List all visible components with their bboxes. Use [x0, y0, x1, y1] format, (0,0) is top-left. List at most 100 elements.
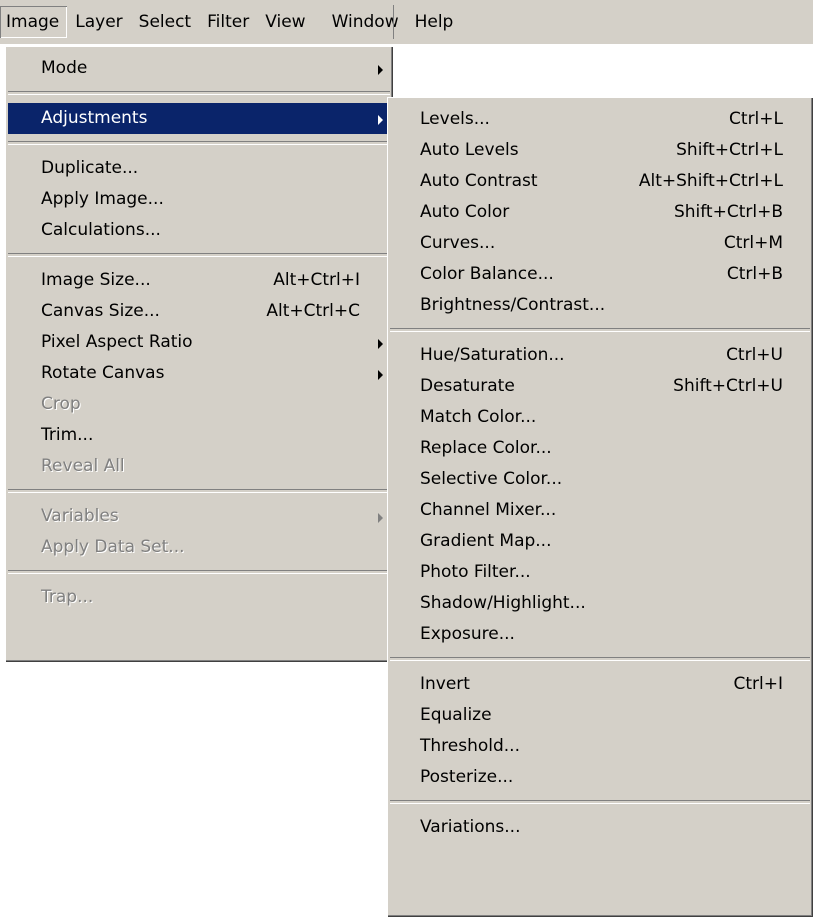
- image-menu: Mode Adjustments Duplicate... Apply Imag…: [5, 46, 393, 662]
- menu-item-label: Duplicate...: [41, 158, 139, 178]
- menu-item-label: Auto Color: [420, 202, 510, 222]
- menubar-help[interactable]: Help: [407, 6, 462, 38]
- menu-item-label: Levels...: [420, 109, 490, 129]
- menu-item-label: Invert: [420, 674, 470, 694]
- menu-separator: [8, 570, 390, 574]
- menu-separator: [8, 141, 390, 145]
- menu-item-shortcut: Ctrl+B: [726, 264, 783, 284]
- menu-item-label: Channel Mixer...: [420, 500, 557, 520]
- menu-item-image-size[interactable]: Image Size... Alt+Ctrl+I: [8, 265, 390, 296]
- submenu-arrow-icon: [378, 115, 383, 125]
- menu-item-auto-color[interactable]: Auto Color Shift+Ctrl+B: [390, 197, 810, 228]
- menu-item-color-balance[interactable]: Color Balance... Ctrl+B: [390, 259, 810, 290]
- menu-item-label: Apply Image...: [41, 189, 164, 209]
- menu-item-desaturate[interactable]: Desaturate Shift+Ctrl+U: [390, 371, 810, 402]
- menu-item-label: Variables: [41, 506, 119, 526]
- menu-item-photo-filter[interactable]: Photo Filter...: [390, 557, 810, 588]
- menu-item-shortcut: Ctrl+I: [733, 674, 783, 694]
- menu-item-label: Curves...: [420, 233, 496, 253]
- menu-separator: [390, 800, 810, 804]
- menu-item-label: Desaturate: [420, 376, 515, 396]
- menu-item-rotate-canvas[interactable]: Rotate Canvas: [8, 358, 390, 389]
- menu-item-duplicate[interactable]: Duplicate...: [8, 153, 390, 184]
- menu-item-exposure[interactable]: Exposure...: [390, 619, 810, 650]
- menu-item-selective-color[interactable]: Selective Color...: [390, 464, 810, 495]
- menu-item-levels[interactable]: Levels... Ctrl+L: [390, 104, 810, 135]
- menu-item-label: Variations...: [420, 817, 521, 837]
- menu-item-shadow-highlight[interactable]: Shadow/Highlight...: [390, 588, 810, 619]
- menu-item-shortcut: Alt+Shift+Ctrl+L: [638, 171, 783, 191]
- menu-item-variations[interactable]: Variations...: [390, 812, 810, 843]
- menu-item-label: Image Size...: [41, 270, 151, 290]
- menu-item-shortcut: Shift+Ctrl+B: [673, 202, 783, 222]
- menubar-divider: [393, 5, 394, 39]
- menu-item-label: Exposure...: [420, 624, 515, 644]
- menu-item-invert[interactable]: Invert Ctrl+I: [390, 669, 810, 700]
- menu-item-variables[interactable]: Variables: [8, 501, 390, 532]
- menu-item-reveal-all[interactable]: Reveal All: [8, 451, 390, 482]
- menu-item-replace-color[interactable]: Replace Color...: [390, 433, 810, 464]
- menu-item-shortcut: Ctrl+M: [723, 233, 783, 253]
- menu-item-channel-mixer[interactable]: Channel Mixer...: [390, 495, 810, 526]
- menu-item-label: Canvas Size...: [41, 301, 160, 321]
- submenu-arrow-icon: [378, 513, 383, 523]
- menu-item-hue-saturation[interactable]: Hue/Saturation... Ctrl+U: [390, 340, 810, 371]
- menu-item-label: Rotate Canvas: [41, 363, 165, 383]
- menu-item-shortcut: Shift+Ctrl+U: [673, 376, 783, 396]
- menu-item-label: Mode: [41, 58, 88, 78]
- menu-item-label: Brightness/Contrast...: [420, 295, 606, 315]
- menu-bar: Image Layer Select Filter View Window He…: [0, 0, 813, 44]
- menubar-window[interactable]: Window: [324, 6, 407, 38]
- submenu-arrow-icon: [378, 339, 383, 349]
- menu-item-label: Threshold...: [420, 736, 520, 756]
- menu-item-label: Selective Color...: [420, 469, 563, 489]
- menu-item-shortcut: Shift+Ctrl+L: [676, 140, 783, 160]
- menubar-filter[interactable]: Filter: [199, 6, 257, 38]
- menu-item-threshold[interactable]: Threshold...: [390, 731, 810, 762]
- menu-item-label: Gradient Map...: [420, 531, 552, 551]
- menubar-image[interactable]: Image: [0, 6, 67, 38]
- menu-item-label: Reveal All: [41, 456, 125, 476]
- menu-item-apply-image[interactable]: Apply Image...: [8, 184, 390, 215]
- menu-item-label: Pixel Aspect Ratio: [41, 332, 193, 352]
- menu-item-calculations[interactable]: Calculations...: [8, 215, 390, 246]
- menu-item-trim[interactable]: Trim...: [8, 420, 390, 451]
- menu-item-trap[interactable]: Trap...: [8, 582, 390, 613]
- menu-item-gradient-map[interactable]: Gradient Map...: [390, 526, 810, 557]
- menu-separator: [8, 489, 390, 493]
- menu-item-crop[interactable]: Crop: [8, 389, 390, 420]
- menu-item-curves[interactable]: Curves... Ctrl+M: [390, 228, 810, 259]
- menu-item-label: Apply Data Set...: [41, 537, 185, 557]
- menu-item-label: Calculations...: [41, 220, 161, 240]
- menu-item-label: Photo Filter...: [420, 562, 531, 582]
- menu-item-auto-contrast[interactable]: Auto Contrast Alt+Shift+Ctrl+L: [390, 166, 810, 197]
- menubar-layer[interactable]: Layer: [67, 6, 130, 38]
- menu-item-brightness-contrast[interactable]: Brightness/Contrast...: [390, 290, 810, 321]
- menu-separator: [8, 253, 390, 257]
- submenu-arrow-icon: [378, 370, 383, 380]
- menu-item-shortcut: Ctrl+U: [726, 345, 783, 365]
- menu-item-canvas-size[interactable]: Canvas Size... Alt+Ctrl+C: [8, 296, 390, 327]
- adjustments-submenu: Levels... Ctrl+L Auto Levels Shift+Ctrl+…: [387, 97, 813, 917]
- menu-item-pixel-aspect-ratio[interactable]: Pixel Aspect Ratio: [8, 327, 390, 358]
- menu-item-adjustments[interactable]: Adjustments: [8, 103, 390, 134]
- menu-item-label: Auto Contrast: [420, 171, 538, 191]
- menu-item-match-color[interactable]: Match Color...: [390, 402, 810, 433]
- menu-item-label: Replace Color...: [420, 438, 552, 458]
- menu-item-shortcut: Ctrl+L: [729, 109, 783, 129]
- menu-separator: [8, 91, 390, 95]
- menu-item-auto-levels[interactable]: Auto Levels Shift+Ctrl+L: [390, 135, 810, 166]
- menu-separator: [390, 328, 810, 332]
- menu-item-apply-data-set[interactable]: Apply Data Set...: [8, 532, 390, 563]
- menu-item-label: Crop: [41, 394, 81, 414]
- menubar-view[interactable]: View: [257, 6, 313, 38]
- menu-item-label: Trim...: [41, 425, 94, 445]
- menu-item-posterize[interactable]: Posterize...: [390, 762, 810, 793]
- menubar-select[interactable]: Select: [131, 6, 199, 38]
- menu-separator: [390, 657, 810, 661]
- menu-item-label: Trap...: [41, 587, 94, 607]
- menu-item-label: Shadow/Highlight...: [420, 593, 586, 613]
- menu-item-mode[interactable]: Mode: [8, 53, 390, 84]
- menu-item-equalize[interactable]: Equalize: [390, 700, 810, 731]
- menu-item-label: Color Balance...: [420, 264, 554, 284]
